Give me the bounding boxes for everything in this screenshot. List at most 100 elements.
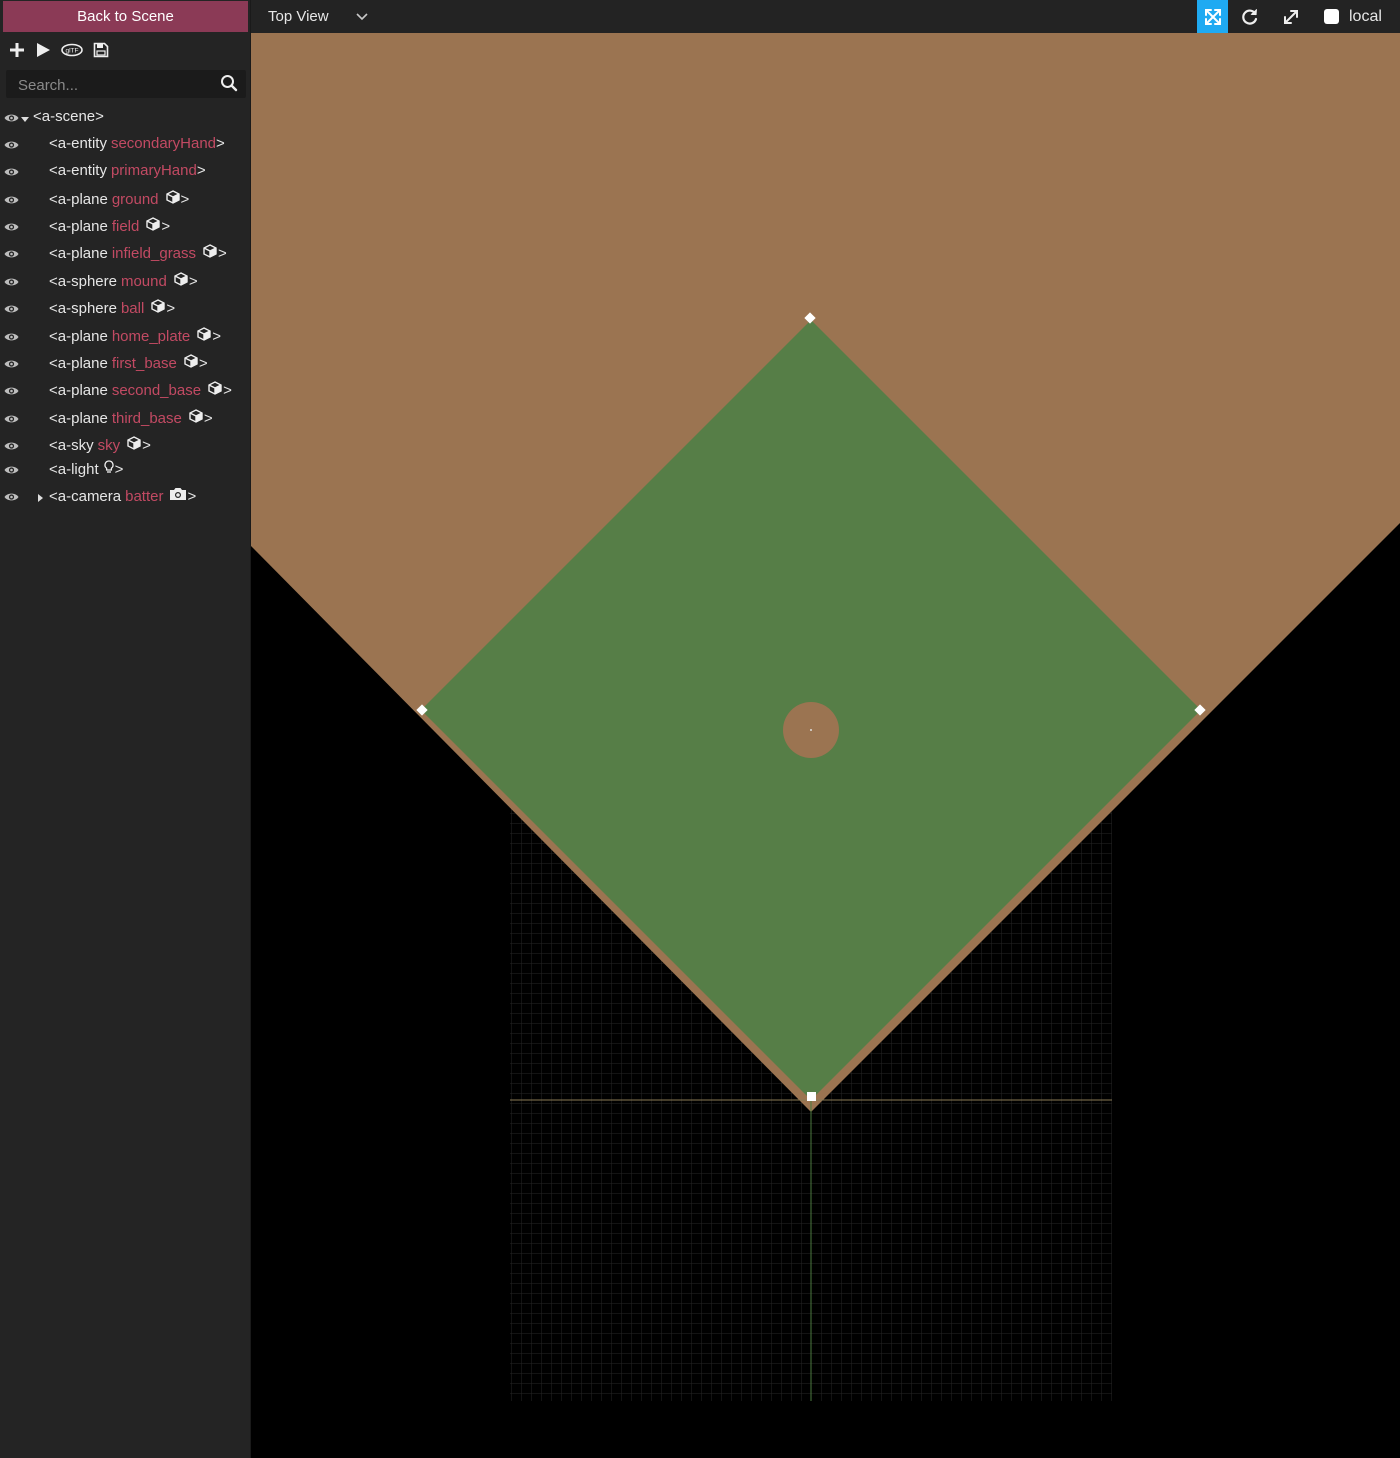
entity-id: mound bbox=[120, 272, 167, 290]
cube-icon bbox=[202, 244, 218, 262]
local-checkbox[interactable] bbox=[1324, 9, 1339, 24]
entity-tag: <a-entity bbox=[49, 162, 107, 179]
entity-tag: <a-plane bbox=[49, 190, 108, 208]
entity-tag: <a-plane bbox=[49, 244, 108, 262]
entity-id: batter bbox=[125, 487, 164, 505]
entity-label: <a-entity primaryHand > bbox=[49, 162, 206, 179]
outliner-row[interactable]: <a-camera batter > bbox=[0, 484, 251, 508]
entity-id: first_base bbox=[111, 354, 177, 372]
entity-id: ball bbox=[120, 299, 145, 317]
play-icon[interactable] bbox=[34, 41, 52, 59]
translate-icon bbox=[1203, 7, 1223, 27]
outliner-row[interactable]: <a-plane field > bbox=[0, 214, 251, 238]
cube-icon bbox=[196, 327, 212, 345]
chevron-down-icon[interactable] bbox=[355, 10, 369, 28]
outliner-toolbar: glTF bbox=[8, 39, 110, 61]
entity-tag-close: > bbox=[188, 272, 198, 290]
entity-tag-close: > bbox=[196, 162, 206, 179]
entity-tag-close: > bbox=[198, 354, 208, 372]
entity-label: <a-plane home_plate > bbox=[49, 327, 221, 345]
caret-down-icon[interactable] bbox=[20, 111, 30, 122]
entity-tag-close: > bbox=[187, 487, 197, 505]
gltf-export-icon[interactable]: glTF bbox=[60, 41, 84, 59]
add-entity-icon[interactable] bbox=[8, 41, 26, 59]
eye-icon[interactable] bbox=[4, 412, 19, 424]
cube-icon bbox=[150, 299, 166, 317]
eye-icon[interactable] bbox=[4, 357, 19, 369]
camera-view-select[interactable]: Top View bbox=[268, 0, 329, 33]
cube-icon bbox=[145, 217, 161, 235]
entity-label: <a-plane third_base > bbox=[49, 409, 213, 427]
eye-icon[interactable] bbox=[4, 247, 19, 259]
eye-icon[interactable] bbox=[4, 111, 19, 123]
entity-tag: <a-plane bbox=[49, 381, 108, 399]
entity-tag: <a-entity bbox=[49, 135, 107, 152]
cube-icon bbox=[207, 381, 223, 399]
ball bbox=[810, 729, 812, 731]
entity-tag: <a-camera bbox=[49, 487, 122, 505]
entity-tag: <a-scene> bbox=[33, 108, 104, 125]
save-icon[interactable] bbox=[92, 41, 110, 59]
eye-icon[interactable] bbox=[4, 330, 19, 342]
camera-icon bbox=[169, 487, 187, 505]
entity-tag: <a-plane bbox=[49, 354, 108, 372]
eye-icon[interactable] bbox=[4, 220, 19, 232]
outliner-row[interactable]: <a-plane home_plate > bbox=[0, 324, 251, 348]
outliner-row[interactable]: <a-sphere mound > bbox=[0, 269, 251, 293]
entity-label: <a-plane field > bbox=[49, 217, 170, 235]
outliner-row[interactable]: <a-entity primaryHand > bbox=[0, 159, 251, 183]
search-input[interactable] bbox=[6, 70, 206, 98]
entity-tag: <a-plane bbox=[49, 217, 108, 235]
entity-label: <a-plane second_base > bbox=[49, 381, 232, 399]
eye-icon[interactable] bbox=[4, 439, 19, 451]
search-box bbox=[6, 70, 246, 98]
entity-label: <a-light > bbox=[49, 460, 123, 478]
eye-icon[interactable] bbox=[4, 193, 19, 205]
back-to-scene-button[interactable]: Back to Scene bbox=[3, 1, 248, 32]
outliner-row[interactable]: <a-plane first_base > bbox=[0, 351, 251, 375]
outliner-row[interactable]: <a-light > bbox=[0, 457, 251, 481]
eye-icon[interactable] bbox=[4, 463, 19, 475]
eye-icon[interactable] bbox=[4, 165, 19, 177]
entity-tag: <a-plane bbox=[49, 327, 108, 345]
eye-icon[interactable] bbox=[4, 138, 19, 150]
entity-tag-close: > bbox=[114, 460, 124, 478]
entity-tag: <a-plane bbox=[49, 409, 108, 427]
entity-label: <a-sphere mound > bbox=[49, 272, 198, 290]
scale-icon[interactable] bbox=[1280, 6, 1302, 28]
camera-view-label: Top View bbox=[268, 8, 329, 25]
entity-label: <a-plane first_base > bbox=[49, 354, 208, 372]
entity-label: <a-camera batter > bbox=[49, 487, 196, 505]
entity-tag-close: > bbox=[142, 436, 151, 454]
outliner-row[interactable]: <a-entity secondaryHand > bbox=[0, 132, 251, 156]
entity-tag-close: > bbox=[166, 299, 176, 317]
outliner-row-scene[interactable]: <a-scene> bbox=[0, 105, 251, 129]
eye-icon[interactable] bbox=[4, 490, 19, 502]
outliner-row[interactable]: <a-plane ground > bbox=[0, 187, 251, 211]
outliner-row[interactable]: <a-sky sky > bbox=[0, 433, 251, 457]
cube-icon bbox=[173, 272, 189, 290]
eye-icon[interactable] bbox=[4, 275, 19, 287]
viewport-toolbar: Top View local bbox=[251, 0, 1400, 33]
eye-icon[interactable] bbox=[4, 384, 19, 396]
outliner-row[interactable]: <a-sphere ball > bbox=[0, 296, 251, 320]
caret-right-icon[interactable] bbox=[35, 490, 45, 502]
entity-id: home_plate bbox=[111, 327, 191, 345]
entity-tag: <a-sphere bbox=[49, 299, 117, 317]
translate-tool-button[interactable] bbox=[1197, 0, 1228, 33]
entity-tag-close: > bbox=[216, 135, 225, 152]
bulb-icon bbox=[103, 460, 115, 478]
outliner-row[interactable]: <a-plane third_base > bbox=[0, 406, 251, 430]
entity-label: <a-entity secondaryHand > bbox=[49, 135, 225, 152]
outliner-row[interactable]: <a-plane second_base > bbox=[0, 378, 251, 402]
entity-id: second_base bbox=[111, 381, 202, 399]
search-icon[interactable] bbox=[220, 74, 238, 97]
entity-id: secondaryHand bbox=[110, 135, 217, 152]
eye-icon[interactable] bbox=[4, 302, 19, 314]
entity-id: third_base bbox=[111, 409, 182, 427]
entity-tag-close: > bbox=[212, 327, 221, 345]
entity-label: <a-sphere ball > bbox=[49, 299, 175, 317]
outliner-row[interactable]: <a-plane infield_grass > bbox=[0, 241, 251, 265]
scene-viewport[interactable] bbox=[251, 33, 1400, 1458]
rotate-icon[interactable] bbox=[1239, 6, 1261, 28]
